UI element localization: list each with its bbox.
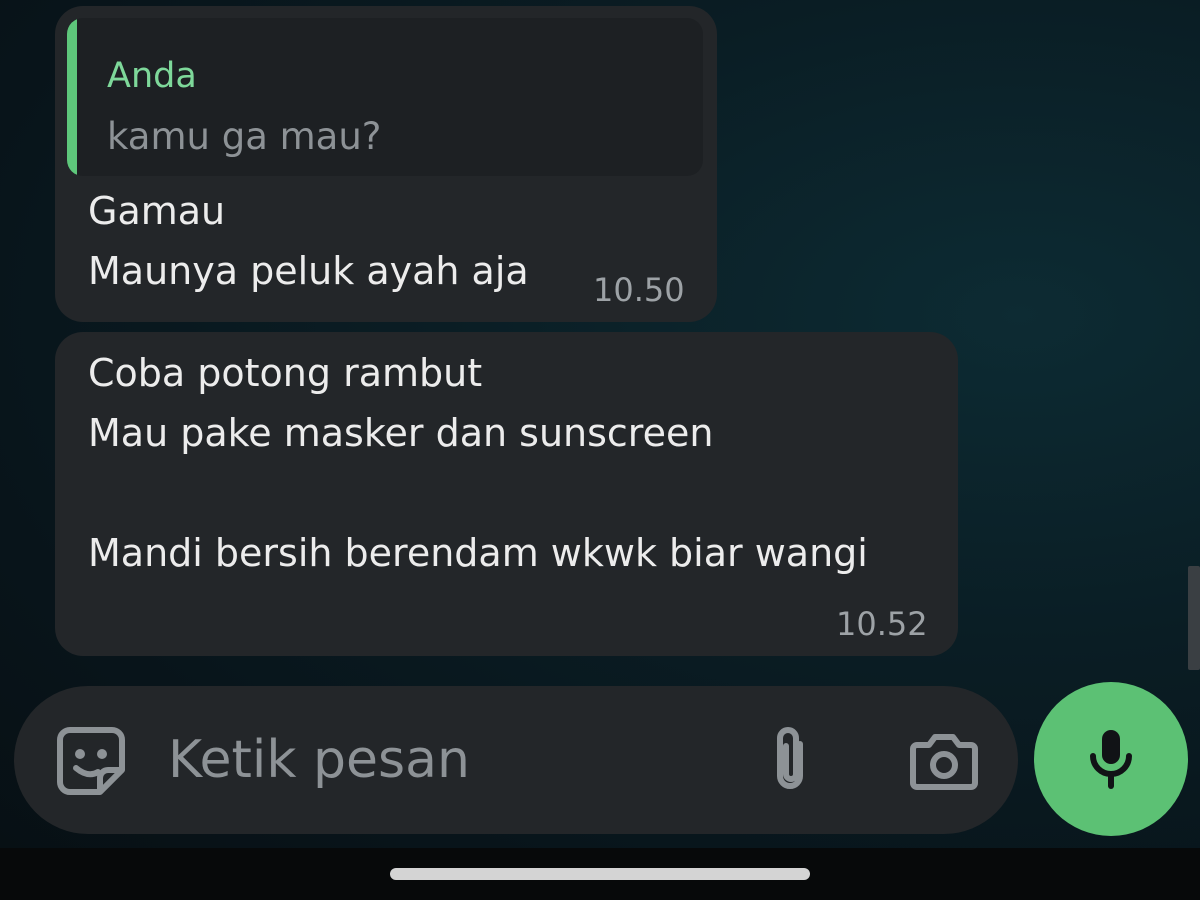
- mic-button[interactable]: [1034, 682, 1188, 836]
- message-composer[interactable]: Ketik pesan: [14, 686, 1018, 834]
- message-line: Mandi bersih berendam wkwk biar wangi: [88, 531, 868, 575]
- scrollbar-thumb[interactable]: [1188, 566, 1200, 670]
- mic-icon: [1090, 730, 1132, 789]
- chat-messages-area[interactable]: Anda kamu ga mau? Gamau Maunya peluk aya…: [0, 0, 1200, 680]
- message-line: Maunya peluk ayah aja: [88, 249, 529, 293]
- sticker-icon[interactable]: [56, 726, 126, 796]
- incoming-message-bubble[interactable]: Anda kamu ga mau? Gamau Maunya peluk aya…: [55, 6, 717, 322]
- message-timestamp: 10.52: [836, 605, 928, 643]
- camera-icon[interactable]: [904, 726, 984, 796]
- message-input[interactable]: Ketik pesan: [168, 730, 470, 790]
- message-timestamp: 10.50: [593, 271, 685, 309]
- system-navigation-bar: [0, 848, 1200, 900]
- message-line: Mau pake masker dan sunscreen: [88, 411, 714, 455]
- quote-text: kamu ga mau?: [107, 115, 382, 158]
- quote-accent-bar: [67, 18, 77, 176]
- message-line: Coba potong rambut: [88, 351, 483, 395]
- message-line: Gamau: [88, 189, 226, 233]
- quote-author: Anda: [107, 56, 197, 96]
- incoming-message-bubble[interactable]: Coba potong rambut Mau pake masker dan s…: [55, 332, 958, 656]
- home-indicator[interactable]: [390, 868, 810, 880]
- quoted-reply[interactable]: Anda kamu ga mau?: [67, 18, 703, 176]
- paperclip-icon[interactable]: [758, 724, 822, 796]
